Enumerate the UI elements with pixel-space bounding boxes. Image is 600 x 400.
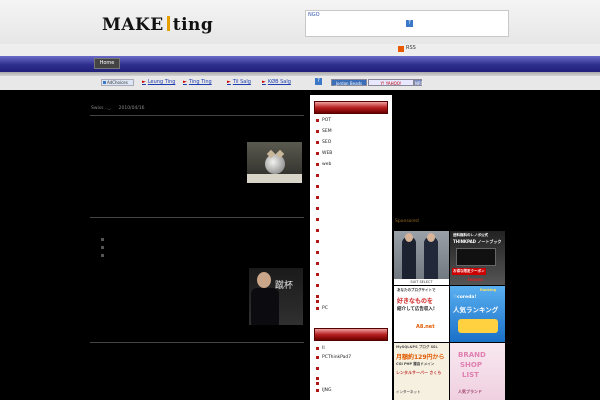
rss-icon[interactable] — [398, 46, 404, 52]
header-ad[interactable]: NGO ? — [305, 10, 509, 37]
bullet-icon — [101, 246, 104, 249]
sponsored-label: Sponsored — [395, 219, 419, 224]
ad-caption: SUIT SELECT — [394, 279, 449, 285]
sidebar-header — [314, 328, 388, 341]
ad-text: レンタルサーバー さくら — [396, 370, 442, 375]
arrow-right-icon: ► — [227, 79, 231, 85]
bullet-icon — [101, 254, 104, 257]
ad-text: お得な限定クーポン — [452, 268, 486, 275]
ad-text: THINKPAD ノートブック — [453, 239, 502, 244]
sidebar-item[interactable]: POT — [316, 118, 331, 123]
ad-text: 送料無料のレノボ公式 — [453, 233, 488, 237]
ad-links-bar: AdChoices ► Leung Ting ► Ting Ting ► Til Sa… — [0, 76, 600, 90]
photo-suit — [251, 288, 279, 325]
logo-separator — [166, 16, 170, 31]
photo-caption: 蹴杯 — [275, 281, 294, 291]
sponsor-ad-lenovo[interactable]: 送料無料のレノボ公式 THINKPAD ノートブック お得な限定クーポン len… — [450, 231, 505, 285]
ad-text: 人気ブランド — [458, 389, 482, 394]
post-thumbnail[interactable] — [247, 142, 302, 183]
ad-text: 好きなものを — [397, 298, 434, 305]
sidebar-item[interactable]: web — [316, 162, 331, 167]
ad-text: BRAND — [458, 351, 486, 359]
rss-link[interactable]: RSS — [406, 45, 416, 51]
ad-text: あなたのブログサイトで — [397, 288, 436, 292]
photo-head — [257, 272, 271, 288]
ad-text: ♡coreda! — [453, 295, 477, 300]
arrow-right-icon: ► — [183, 79, 187, 85]
ad-text: MySQL&PS ブログ SSL — [396, 345, 438, 349]
post-divider — [90, 342, 304, 343]
site-header: MAKE ting NGO ? — [0, 0, 600, 46]
page: MAKE ting NGO ? RSS Home AdChoices ► Leung… — [0, 0, 600, 400]
sidebar: POT SEM SEO WEB web PC II PCThinkPad7 IJ… — [310, 95, 392, 400]
sponsor-ad-sakura[interactable]: MySQL&PS ブログ SSL 月額約129円から CGI PHP 獨自ドメイ… — [394, 343, 449, 400]
ad-text: SHOP — [460, 361, 482, 369]
nav-home-tab[interactable]: Home — [94, 58, 120, 69]
post-author[interactable]: Swiss .._. — [91, 106, 111, 111]
badge-banner[interactable]: NRS — [414, 79, 423, 86]
laptop-image — [456, 248, 496, 266]
arrow-right-icon: ► — [142, 79, 146, 85]
sidebar-item[interactable]: WEB — [316, 151, 332, 156]
main-nav: Home — [0, 56, 600, 72]
sponsor-ad-coreda[interactable]: Ranking ♡coreda! 人気ランキング — [450, 286, 505, 342]
post-divider — [90, 217, 304, 218]
ad-text: 人気ランキング — [453, 306, 499, 314]
logo-right: ting — [172, 15, 214, 35]
sidebar-header — [314, 101, 388, 114]
post-divider — [90, 115, 304, 116]
photo-cat — [265, 154, 285, 174]
ad-link-label: KØB Salg — [267, 79, 291, 85]
ad-link-label: Ting Ting — [188, 79, 212, 85]
sidebar-item[interactable]: IJNG — [316, 388, 332, 393]
sponsor-ad-a8[interactable]: あなたのブログサイトで 好きなものを 紹介して広告収入! A8.net — [394, 286, 449, 342]
ad-link[interactable]: ► KØB Salg — [262, 79, 291, 85]
post-date: 2010/04/16 — [118, 106, 145, 111]
crown-icon — [458, 319, 498, 333]
ad-link-label: Til Salg — [232, 79, 251, 85]
ad-link[interactable]: ► Til Salg — [227, 79, 251, 85]
ad-link-label: Leung Ting — [147, 79, 176, 85]
ad-brand: lenovo — [468, 277, 484, 282]
site-logo[interactable]: MAKE ting — [102, 15, 213, 35]
photo-floor — [247, 174, 302, 183]
logo-left: MAKE — [102, 15, 164, 35]
ad-text: 紹介して広告収入! — [397, 307, 435, 312]
ad-text: 月額約129円から — [396, 354, 445, 361]
ad-link[interactable]: ► Leung Ting — [142, 79, 175, 85]
ad-link[interactable]: ► Ting Ting — [183, 79, 212, 85]
model-head — [427, 233, 435, 242]
ad-text: インターネット — [396, 390, 421, 394]
ad-info-icon[interactable]: ? — [315, 78, 322, 85]
post-thumbnail[interactable]: 蹴杯 — [249, 268, 303, 325]
model-figure — [402, 237, 416, 279]
ad-text: CGI PHP 獨自ドメイン — [396, 362, 435, 366]
rss-row: RSS — [0, 44, 600, 56]
header-ad-label: NGO — [308, 12, 320, 18]
arrow-right-icon: ► — [262, 79, 266, 85]
sidebar-item[interactable]: PC — [316, 306, 328, 311]
sidebar-item[interactable]: II — [316, 346, 325, 351]
sponsor-ad-brand[interactable]: BRAND SHOP LIST 人気ブランド — [450, 343, 505, 400]
model-head — [405, 233, 413, 242]
sidebar-item[interactable]: PCThinkPad7 — [316, 355, 351, 360]
ad-brand: A8.net — [416, 324, 435, 330]
badge-banner[interactable]: Y! YAHOO! — [368, 79, 414, 86]
model-figure — [424, 237, 438, 279]
ad-text: LIST — [462, 371, 479, 379]
adchoices-button[interactable]: AdChoices — [101, 79, 134, 86]
badge-banner[interactable]: Jordan Beads — [331, 79, 367, 86]
ad-text: Ranking — [480, 288, 497, 292]
ad-info-icon[interactable]: ? — [406, 20, 413, 27]
post-meta: Swiss .._. 2010/04/16 — [91, 106, 145, 111]
sidebar-item[interactable]: SEM — [316, 129, 332, 134]
sponsor-ad-suit[interactable]: SUIT SELECT — [394, 231, 449, 285]
bullet-icon — [101, 238, 104, 241]
sidebar-item[interactable]: SEO — [316, 140, 331, 145]
